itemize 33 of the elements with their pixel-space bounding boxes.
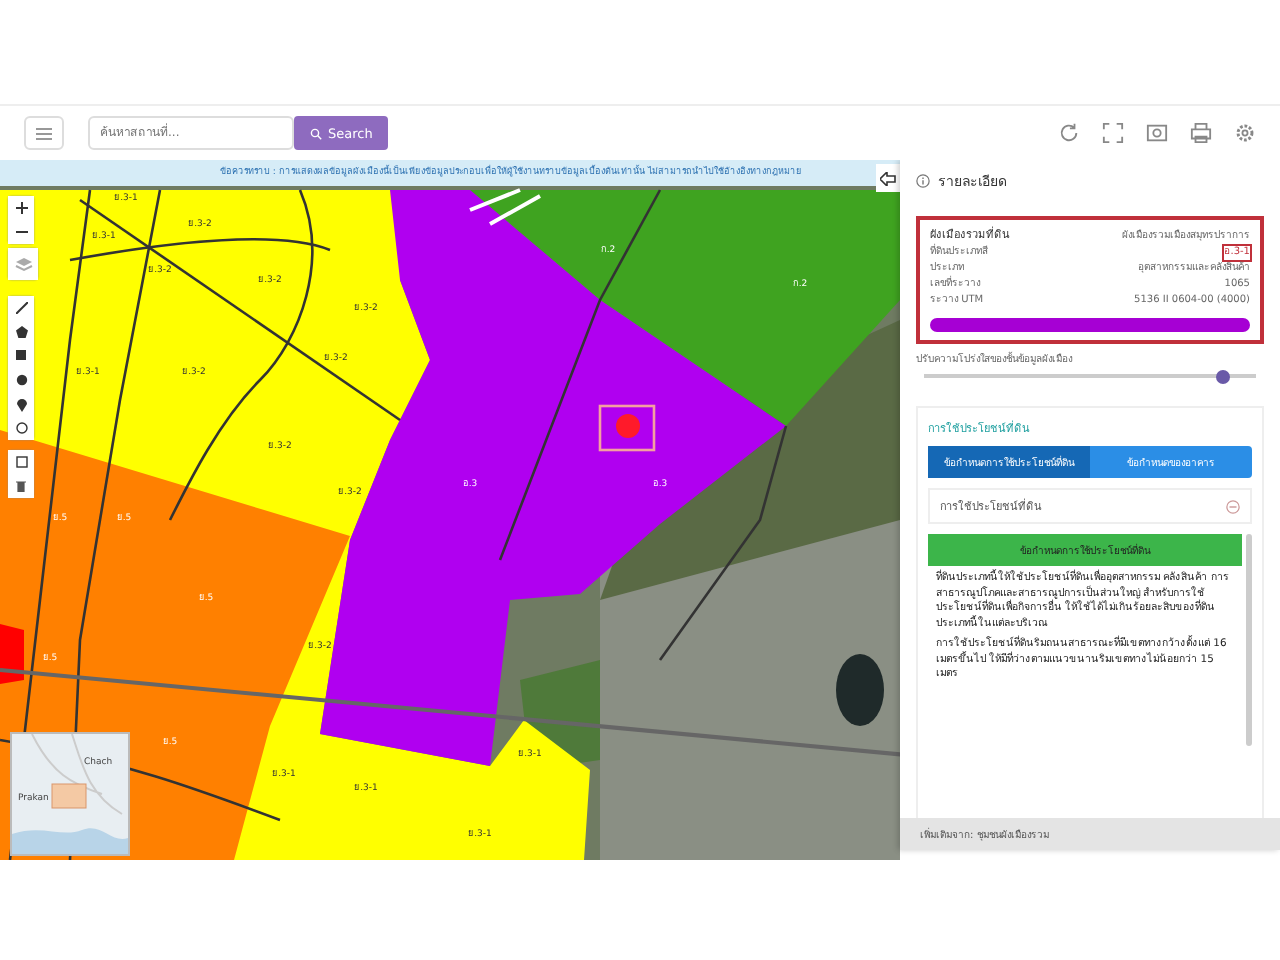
selection-box bbox=[598, 404, 656, 452]
draw-line-button[interactable] bbox=[8, 296, 34, 320]
circle-marker-button[interactable] bbox=[8, 416, 34, 440]
hatched-area bbox=[468, 188, 542, 226]
pentagon-icon bbox=[15, 326, 27, 338]
search-icon bbox=[310, 127, 322, 139]
collapse-panel-button[interactable] bbox=[876, 164, 900, 192]
ring-icon bbox=[15, 422, 27, 434]
location-marker[interactable] bbox=[616, 414, 640, 438]
line-icon bbox=[15, 302, 27, 314]
minus-icon bbox=[15, 226, 27, 238]
screenshot-icon[interactable] bbox=[1146, 122, 1168, 144]
edit-button[interactable] bbox=[8, 450, 34, 474]
zoom-out-button[interactable] bbox=[8, 220, 34, 244]
edit-icon bbox=[15, 456, 27, 468]
zoom-in-button[interactable] bbox=[8, 196, 34, 220]
slider-thumb[interactable] bbox=[1215, 369, 1230, 383]
arrow-icon bbox=[880, 171, 896, 185]
delete-button[interactable] bbox=[8, 474, 34, 498]
scrollbar[interactable] bbox=[1246, 534, 1252, 746]
trash-icon bbox=[16, 480, 26, 492]
fullscreen-icon[interactable] bbox=[1102, 122, 1124, 144]
menu-button[interactable] bbox=[24, 116, 64, 150]
menu-icon bbox=[36, 127, 52, 139]
refresh-icon[interactable] bbox=[1058, 122, 1080, 144]
square-icon bbox=[15, 350, 27, 362]
layers-icon bbox=[13, 256, 33, 272]
print-icon[interactable] bbox=[1190, 122, 1212, 144]
info-icon bbox=[916, 173, 930, 187]
settings-icon[interactable] bbox=[1234, 122, 1256, 144]
pin-icon bbox=[15, 397, 27, 411]
circle-icon bbox=[15, 374, 27, 386]
plus-icon bbox=[15, 202, 27, 214]
